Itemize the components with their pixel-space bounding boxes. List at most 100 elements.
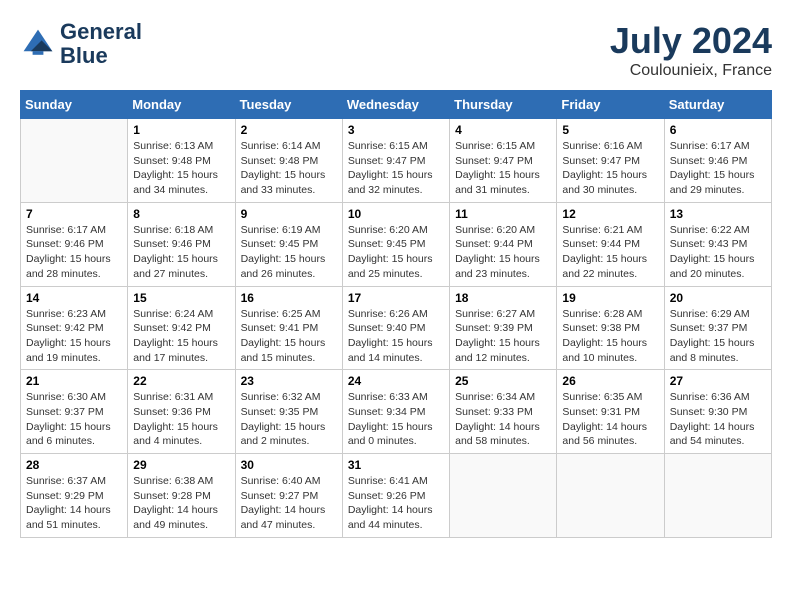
calendar-cell: 21 Sunrise: 6:30 AMSunset: 9:37 PMDayligh… xyxy=(21,370,128,454)
calendar-cell: 9 Sunrise: 6:19 AMSunset: 9:45 PMDaylight… xyxy=(235,202,342,286)
calendar-cell: 20 Sunrise: 6:29 AMSunset: 9:37 PMDayligh… xyxy=(664,286,771,370)
day-info: Sunrise: 6:30 AMSunset: 9:37 PMDaylight:… xyxy=(26,390,122,449)
day-info: Sunrise: 6:15 AMSunset: 9:47 PMDaylight:… xyxy=(348,139,444,198)
day-number: 21 xyxy=(26,374,122,388)
calendar-header-wednesday: Wednesday xyxy=(342,91,449,119)
day-info: Sunrise: 6:18 AMSunset: 9:46 PMDaylight:… xyxy=(133,223,229,282)
day-number: 14 xyxy=(26,291,122,305)
day-number: 29 xyxy=(133,458,229,472)
day-number: 12 xyxy=(562,207,658,221)
day-info: Sunrise: 6:16 AMSunset: 9:47 PMDaylight:… xyxy=(562,139,658,198)
day-info: Sunrise: 6:24 AMSunset: 9:42 PMDaylight:… xyxy=(133,307,229,366)
location: Coulounieix, France xyxy=(610,62,772,80)
calendar-cell xyxy=(664,454,771,538)
day-number: 9 xyxy=(241,207,337,221)
calendar-cell: 13Sunrise: 6:22 AMSunset: 9:43 PMDayligh… xyxy=(664,202,771,286)
calendar-cell: 30 Sunrise: 6:40 AMSunset: 9:27 PMDayligh… xyxy=(235,454,342,538)
day-info: Sunrise: 6:38 AMSunset: 9:28 PMDaylight:… xyxy=(133,474,229,533)
logo-icon xyxy=(20,26,56,62)
day-number: 23 xyxy=(241,374,337,388)
calendar-cell: 29 Sunrise: 6:38 AMSunset: 9:28 PMDayligh… xyxy=(128,454,235,538)
calendar-week-row: 1 Sunrise: 6:13 AMSunset: 9:48 PMDaylight… xyxy=(21,119,772,203)
day-number: 4 xyxy=(455,123,551,137)
month-title: July 2024 xyxy=(610,20,772,62)
calendar-cell: 23 Sunrise: 6:32 AMSunset: 9:35 PMDayligh… xyxy=(235,370,342,454)
day-info: Sunrise: 6:22 AMSunset: 9:43 PMDaylight:… xyxy=(670,223,766,282)
day-info: Sunrise: 6:17 AMSunset: 9:46 PMDaylight:… xyxy=(26,223,122,282)
day-number: 5 xyxy=(562,123,658,137)
calendar-cell: 25Sunrise: 6:34 AMSunset: 9:33 PMDayligh… xyxy=(450,370,557,454)
calendar-cell: 31Sunrise: 6:41 AMSunset: 9:26 PMDayligh… xyxy=(342,454,449,538)
day-info: Sunrise: 6:36 AMSunset: 9:30 PMDaylight:… xyxy=(670,390,766,449)
logo: General Blue xyxy=(20,20,142,68)
day-number: 25 xyxy=(455,374,551,388)
day-info: Sunrise: 6:20 AMSunset: 9:44 PMDaylight:… xyxy=(455,223,551,282)
day-info: Sunrise: 6:17 AMSunset: 9:46 PMDaylight:… xyxy=(670,139,766,198)
day-number: 11 xyxy=(455,207,551,221)
day-number: 20 xyxy=(670,291,766,305)
calendar-cell: 26 Sunrise: 6:35 AMSunset: 9:31 PMDayligh… xyxy=(557,370,664,454)
day-number: 28 xyxy=(26,458,122,472)
calendar-cell: 24Sunrise: 6:33 AMSunset: 9:34 PMDayligh… xyxy=(342,370,449,454)
day-number: 27 xyxy=(670,374,766,388)
page-header: General Blue July 2024 Coulounieix, Fran… xyxy=(20,20,772,80)
day-number: 6 xyxy=(670,123,766,137)
day-info: Sunrise: 6:21 AMSunset: 9:44 PMDaylight:… xyxy=(562,223,658,282)
day-number: 2 xyxy=(241,123,337,137)
day-number: 19 xyxy=(562,291,658,305)
day-number: 8 xyxy=(133,207,229,221)
calendar-cell xyxy=(21,119,128,203)
calendar-cell xyxy=(450,454,557,538)
day-info: Sunrise: 6:19 AMSunset: 9:45 PMDaylight:… xyxy=(241,223,337,282)
calendar-cell: 6 Sunrise: 6:17 AMSunset: 9:46 PMDaylight… xyxy=(664,119,771,203)
day-info: Sunrise: 6:32 AMSunset: 9:35 PMDaylight:… xyxy=(241,390,337,449)
calendar-cell: 1 Sunrise: 6:13 AMSunset: 9:48 PMDaylight… xyxy=(128,119,235,203)
day-info: Sunrise: 6:37 AMSunset: 9:29 PMDaylight:… xyxy=(26,474,122,533)
calendar-cell: 7 Sunrise: 6:17 AMSunset: 9:46 PMDaylight… xyxy=(21,202,128,286)
day-number: 7 xyxy=(26,207,122,221)
day-number: 30 xyxy=(241,458,337,472)
calendar-cell: 22Sunrise: 6:31 AMSunset: 9:36 PMDayligh… xyxy=(128,370,235,454)
calendar-table: SundayMondayTuesdayWednesdayThursdayFrid… xyxy=(20,90,772,538)
day-info: Sunrise: 6:20 AMSunset: 9:45 PMDaylight:… xyxy=(348,223,444,282)
day-number: 26 xyxy=(562,374,658,388)
day-number: 15 xyxy=(133,291,229,305)
calendar-cell: 8 Sunrise: 6:18 AMSunset: 9:46 PMDaylight… xyxy=(128,202,235,286)
calendar-header-tuesday: Tuesday xyxy=(235,91,342,119)
day-info: Sunrise: 6:27 AMSunset: 9:39 PMDaylight:… xyxy=(455,307,551,366)
calendar-cell xyxy=(557,454,664,538)
day-info: Sunrise: 6:15 AMSunset: 9:47 PMDaylight:… xyxy=(455,139,551,198)
day-number: 17 xyxy=(348,291,444,305)
calendar-cell: 14 Sunrise: 6:23 AMSunset: 9:42 PMDayligh… xyxy=(21,286,128,370)
day-info: Sunrise: 6:25 AMSunset: 9:41 PMDaylight:… xyxy=(241,307,337,366)
calendar-cell: 3 Sunrise: 6:15 AMSunset: 9:47 PMDaylight… xyxy=(342,119,449,203)
logo-line1: General xyxy=(60,19,142,44)
calendar-header-row: SundayMondayTuesdayWednesdayThursdayFrid… xyxy=(21,91,772,119)
calendar-cell: 12 Sunrise: 6:21 AMSunset: 9:44 PMDayligh… xyxy=(557,202,664,286)
day-info: Sunrise: 6:35 AMSunset: 9:31 PMDaylight:… xyxy=(562,390,658,449)
calendar-cell: 10 Sunrise: 6:20 AMSunset: 9:45 PMDayligh… xyxy=(342,202,449,286)
day-number: 1 xyxy=(133,123,229,137)
calendar-cell: 11 Sunrise: 6:20 AMSunset: 9:44 PMDayligh… xyxy=(450,202,557,286)
logo-line2: Blue xyxy=(60,43,108,68)
calendar-cell: 2 Sunrise: 6:14 AMSunset: 9:48 PMDaylight… xyxy=(235,119,342,203)
day-number: 24 xyxy=(348,374,444,388)
day-info: Sunrise: 6:14 AMSunset: 9:48 PMDaylight:… xyxy=(241,139,337,198)
calendar-week-row: 28 Sunrise: 6:37 AMSunset: 9:29 PMDayligh… xyxy=(21,454,772,538)
calendar-cell: 28 Sunrise: 6:37 AMSunset: 9:29 PMDayligh… xyxy=(21,454,128,538)
day-info: Sunrise: 6:23 AMSunset: 9:42 PMDaylight:… xyxy=(26,307,122,366)
title-block: July 2024 Coulounieix, France xyxy=(610,20,772,80)
calendar-cell: 17Sunrise: 6:26 AMSunset: 9:40 PMDayligh… xyxy=(342,286,449,370)
day-info: Sunrise: 6:28 AMSunset: 9:38 PMDaylight:… xyxy=(562,307,658,366)
day-info: Sunrise: 6:13 AMSunset: 9:48 PMDaylight:… xyxy=(133,139,229,198)
calendar-cell: 16Sunrise: 6:25 AMSunset: 9:41 PMDayligh… xyxy=(235,286,342,370)
calendar-header-saturday: Saturday xyxy=(664,91,771,119)
day-info: Sunrise: 6:29 AMSunset: 9:37 PMDaylight:… xyxy=(670,307,766,366)
logo-text: General Blue xyxy=(60,20,142,68)
day-number: 3 xyxy=(348,123,444,137)
day-number: 18 xyxy=(455,291,551,305)
day-info: Sunrise: 6:40 AMSunset: 9:27 PMDaylight:… xyxy=(241,474,337,533)
day-number: 10 xyxy=(348,207,444,221)
calendar-week-row: 7 Sunrise: 6:17 AMSunset: 9:46 PMDaylight… xyxy=(21,202,772,286)
calendar-cell: 19 Sunrise: 6:28 AMSunset: 9:38 PMDayligh… xyxy=(557,286,664,370)
